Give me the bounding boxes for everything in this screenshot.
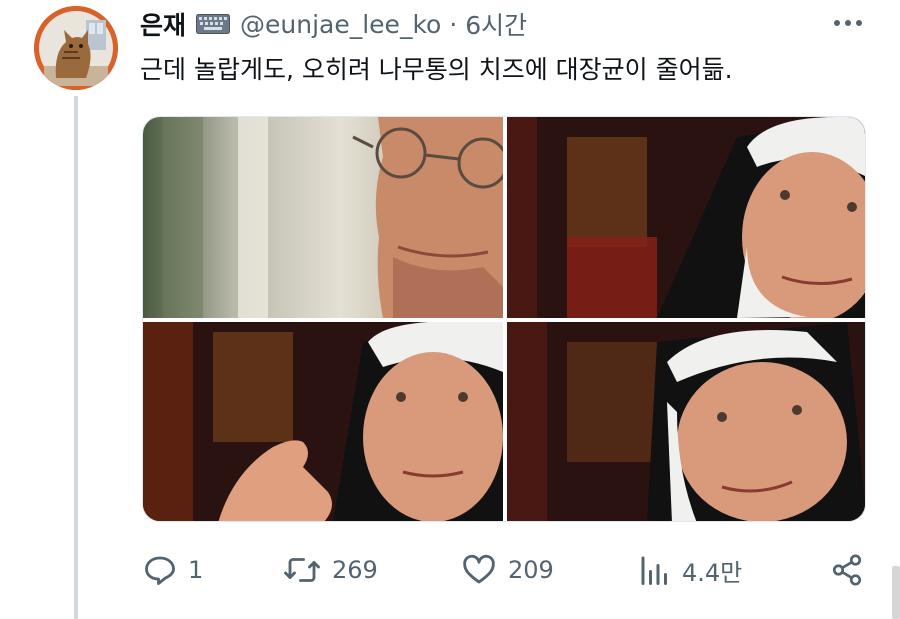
nun-gesturing-image bbox=[143, 322, 503, 521]
reply-button[interactable]: 1 bbox=[142, 548, 203, 592]
more-options-icon[interactable] bbox=[832, 14, 864, 32]
display-name[interactable]: 은재 bbox=[140, 6, 186, 42]
cat-avatar-image bbox=[34, 6, 118, 90]
tweet-text: 근데 놀랍게도, 오히려 나무통의 치즈에 대장균이 줄어듦. bbox=[140, 55, 733, 84]
scrollbar[interactable] bbox=[892, 566, 900, 619]
media-image-2[interactable] bbox=[507, 117, 865, 318]
reply-count: 1 bbox=[188, 556, 204, 584]
views-button[interactable]: 4.4만 bbox=[638, 548, 742, 592]
nun-smiling-image bbox=[507, 322, 865, 521]
nun-speaking-image bbox=[507, 117, 865, 318]
thread-line bbox=[74, 96, 78, 619]
user-handle[interactable]: @eunjae_lee_ko bbox=[240, 10, 441, 39]
media-image-1[interactable] bbox=[143, 117, 503, 318]
bar-chart-icon bbox=[641, 556, 667, 585]
man-with-glasses-image bbox=[143, 117, 503, 318]
reply-icon bbox=[145, 556, 175, 585]
avatar[interactable] bbox=[34, 6, 118, 90]
heart-icon bbox=[463, 554, 495, 584]
action-bar: 1 269 209 4.4만 bbox=[140, 548, 870, 592]
tweet-header: 은재 @eunjae_lee_ko · 6시간 bbox=[140, 4, 527, 44]
media-image-4[interactable] bbox=[507, 322, 865, 521]
tweet: 은재 @eunjae_lee_ko · 6시간 근데 놀랍게도, 오히려 나무통… bbox=[0, 0, 900, 619]
share-icon bbox=[832, 554, 862, 586]
views-count: 4.4만 bbox=[682, 558, 743, 587]
retweet-icon bbox=[284, 558, 320, 582]
like-button[interactable]: 209 bbox=[460, 548, 554, 592]
keyboard-icon bbox=[196, 14, 231, 34]
retweet-count: 269 bbox=[332, 556, 378, 584]
timestamp[interactable]: 6시간 bbox=[465, 6, 527, 42]
media-grid bbox=[142, 116, 866, 522]
like-count: 209 bbox=[508, 556, 554, 584]
separator-dot: · bbox=[449, 9, 458, 39]
retweet-button[interactable]: 269 bbox=[282, 548, 378, 592]
media-image-3[interactable] bbox=[143, 322, 503, 521]
share-button[interactable] bbox=[830, 548, 864, 592]
